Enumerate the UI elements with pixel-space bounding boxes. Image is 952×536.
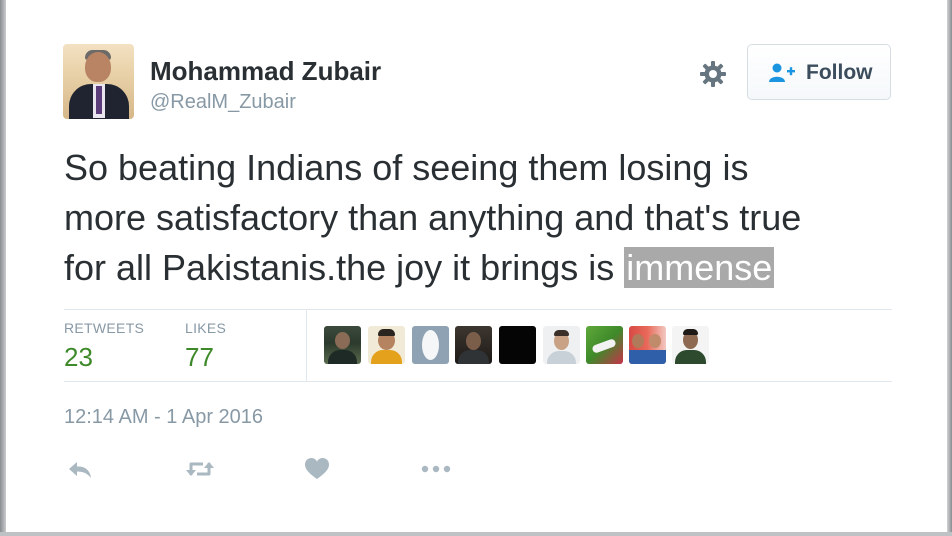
liker-avatar[interactable] bbox=[324, 326, 361, 364]
liker-avatar[interactable] bbox=[672, 326, 709, 364]
add-user-icon bbox=[769, 63, 795, 82]
tweet-timestamp[interactable]: 12:14 AM - 1 Apr 2016 bbox=[64, 406, 263, 429]
author-name[interactable]: Mohammad Zubair bbox=[150, 56, 381, 87]
liker-avatar[interactable] bbox=[499, 326, 536, 364]
stats-vertical-divider bbox=[306, 310, 307, 382]
more-options-icon[interactable] bbox=[419, 454, 453, 484]
liker-avatar[interactable] bbox=[368, 326, 405, 364]
stats-top-divider bbox=[64, 309, 892, 310]
retweet-icon[interactable] bbox=[184, 454, 216, 484]
tweet-text-line-3: for all Pakistanis.the joy it brings is … bbox=[64, 246, 775, 290]
follow-button[interactable]: Follow bbox=[747, 44, 891, 100]
liker-avatar[interactable] bbox=[412, 326, 449, 364]
tweet-text-line-1: So beating Indians of seeing them losing… bbox=[64, 147, 749, 188]
window-frame-bottom bbox=[0, 532, 952, 536]
tweet-text-line-3-body: for all Pakistanis.the joy it brings is bbox=[64, 247, 625, 288]
liker-avatar[interactable] bbox=[629, 326, 666, 364]
highlighted-text: immense bbox=[624, 247, 775, 288]
reply-icon[interactable] bbox=[66, 454, 94, 484]
window-frame-right bbox=[947, 0, 952, 536]
like-heart-icon[interactable] bbox=[303, 454, 331, 484]
tweet-text-line-2: more satisfactory than anything and that… bbox=[64, 197, 802, 238]
author-avatar[interactable] bbox=[63, 44, 134, 119]
likes-label: LIKES bbox=[185, 320, 227, 336]
liker-avatar[interactable] bbox=[586, 326, 623, 364]
retweets-label: RETWEETS bbox=[64, 320, 145, 336]
gear-icon[interactable] bbox=[698, 59, 728, 89]
follow-button-label: Follow bbox=[806, 61, 873, 84]
window-frame-left bbox=[0, 0, 6, 536]
stats-bottom-divider bbox=[64, 381, 892, 382]
author-handle[interactable]: @RealM_Zubair bbox=[150, 91, 296, 114]
liker-avatar[interactable] bbox=[543, 326, 580, 364]
retweets-count[interactable]: 23 bbox=[64, 342, 93, 373]
likes-count[interactable]: 77 bbox=[185, 342, 214, 373]
liker-avatar[interactable] bbox=[455, 326, 492, 364]
